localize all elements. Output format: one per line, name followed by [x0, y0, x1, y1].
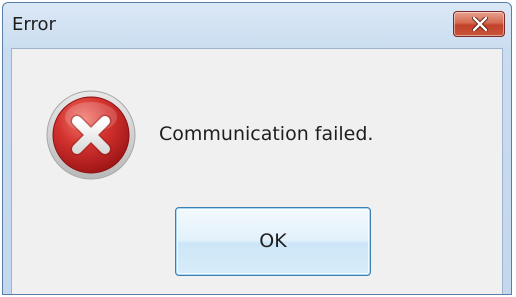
error-message: Communication failed. — [159, 123, 374, 145]
window-title: Error — [12, 14, 56, 35]
error-icon — [46, 90, 136, 180]
error-dialog-window: Error Communication failed. OK — [2, 2, 512, 295]
dialog-body: Communication failed. OK — [11, 48, 503, 294]
close-button[interactable] — [453, 11, 505, 37]
ok-button[interactable]: OK — [175, 207, 371, 276]
title-bar[interactable]: Error — [3, 3, 511, 47]
close-icon — [471, 17, 489, 31]
